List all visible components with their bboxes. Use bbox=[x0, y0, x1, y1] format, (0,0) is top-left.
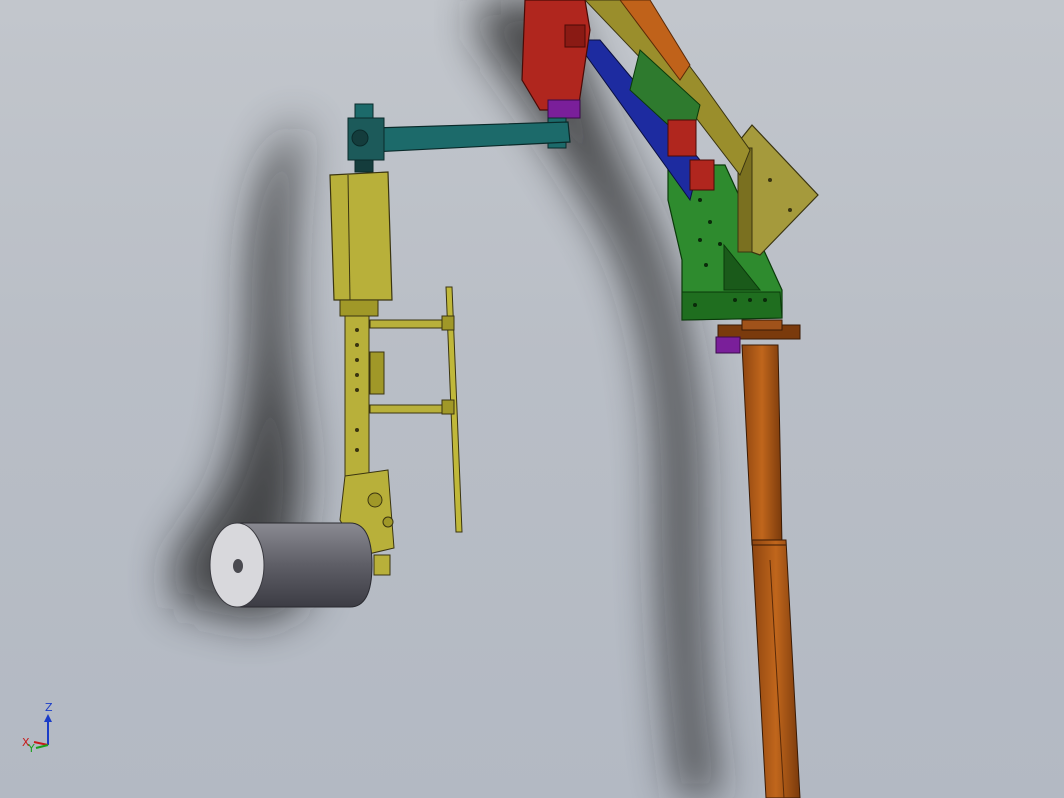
axis-triad: Z X Y bbox=[22, 701, 53, 755]
y-axis-label: Y bbox=[27, 742, 35, 755]
z-axis-arrow bbox=[44, 714, 52, 722]
y-axis-line bbox=[35, 744, 49, 749]
cad-viewport[interactable]: Z X Y bbox=[0, 0, 1064, 798]
material-roll[interactable] bbox=[209, 522, 373, 608]
z-axis-label: Z bbox=[45, 701, 53, 714]
support-column[interactable] bbox=[715, 319, 801, 798]
gripper-control-box[interactable] bbox=[329, 171, 393, 317]
olive-support-plate[interactable] bbox=[737, 124, 819, 256]
